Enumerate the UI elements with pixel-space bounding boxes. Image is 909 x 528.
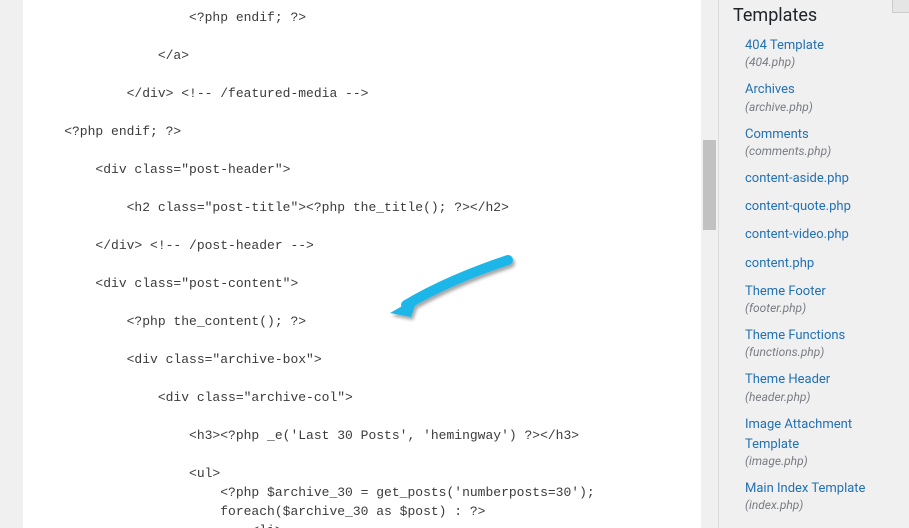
- sidebar-item-index[interactable]: Main Index Template: [745, 481, 865, 496]
- code-editor[interactable]: <?php endif; ?> </a> </div> <!-- /featur…: [23, 0, 719, 528]
- code-content[interactable]: <?php endif; ?> </a> </div> <!-- /featur…: [23, 0, 718, 528]
- sidebar-item-sub: (image.php): [745, 454, 909, 469]
- corner-box: [892, 0, 909, 13]
- sidebar-item-sub: (index.php): [745, 498, 909, 513]
- template-list: 404 Template (404.php) Archives (archive.p…: [733, 34, 909, 513]
- sidebar-item-sub: (footer.php): [745, 301, 909, 316]
- sidebar-item-comments[interactable]: Comments: [745, 127, 809, 142]
- sidebar-item-archives[interactable]: Archives: [745, 82, 795, 97]
- sidebar-item-image[interactable]: Image Attachment Template: [745, 417, 852, 452]
- sidebar-item-footer[interactable]: Theme Footer: [745, 284, 826, 299]
- code-text: <?php endif; ?> </a> </div> <!-- /featur…: [33, 10, 595, 528]
- sidebar-heading: Templates: [733, 5, 909, 26]
- sidebar-item-content-aside[interactable]: content-aside.php: [745, 171, 849, 186]
- scrollbar-thumb[interactable]: [703, 140, 716, 230]
- sidebar-item-content-quote[interactable]: content-quote.php: [745, 199, 851, 214]
- sidebar-item-sub: (404.php): [745, 55, 909, 70]
- sidebar-item-header[interactable]: Theme Header: [745, 372, 830, 387]
- sidebar-item-404[interactable]: 404 Template: [745, 38, 824, 53]
- sidebar-item-content[interactable]: content.php: [745, 256, 814, 271]
- sidebar-item-sub: (archive.php): [745, 100, 909, 115]
- sidebar-item-sub: (comments.php): [745, 144, 909, 159]
- sidebar-item-sub: (functions.php): [745, 345, 909, 360]
- sidebar-item-content-video[interactable]: content-video.php: [745, 227, 849, 242]
- sidebar-item-functions[interactable]: Theme Functions: [745, 328, 845, 343]
- templates-sidebar: Templates 404 Template (404.php) Archives…: [719, 0, 909, 528]
- sidebar-item-sub: (header.php): [745, 390, 909, 405]
- editor-scrollbar[interactable]: [701, 0, 718, 528]
